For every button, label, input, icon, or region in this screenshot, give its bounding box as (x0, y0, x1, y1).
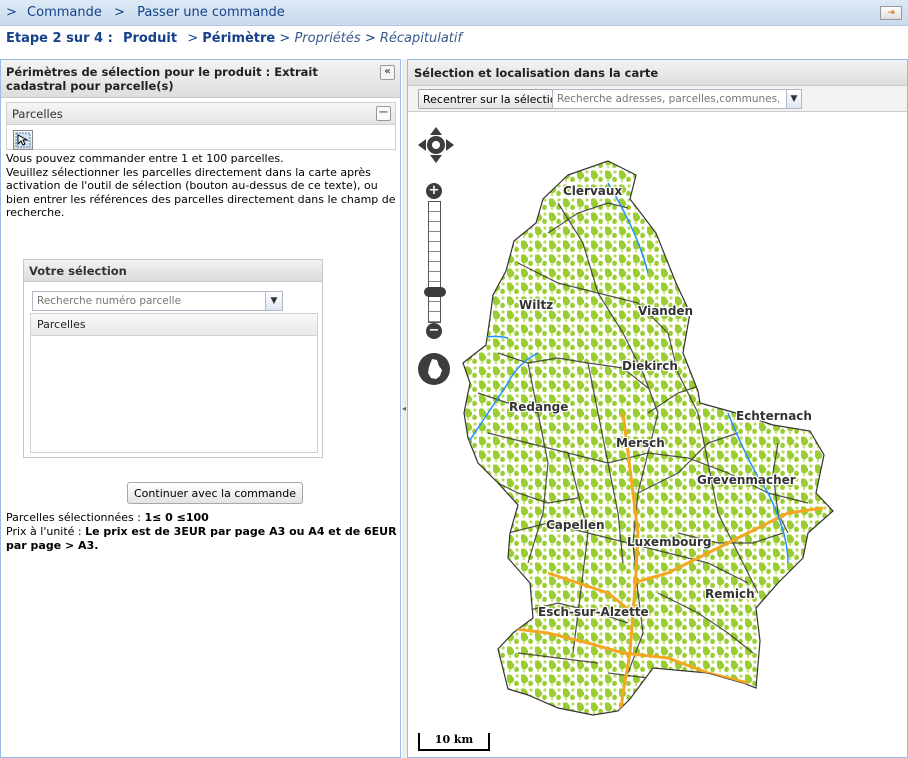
step-produit[interactable]: Produit (123, 31, 177, 46)
step-separator: > (187, 31, 199, 46)
collapse-left-icon[interactable]: « (380, 65, 395, 80)
collapse-section-icon[interactable]: − (376, 106, 391, 121)
map-toolbar: Recentrer sur la sélection ▼ (408, 86, 907, 112)
breadcrumb-item-passer-commande[interactable]: Passer une commande (137, 5, 285, 20)
continue-order-button[interactable]: Continuer avec la commande (127, 482, 304, 504)
exit-icon[interactable]: ⇥ (880, 6, 902, 20)
parcel-number-input[interactable] (33, 292, 263, 310)
chevron-down-icon[interactable]: ▼ (786, 90, 801, 108)
town-label: Echternach (736, 409, 812, 423)
town-label: Capellen (546, 518, 605, 532)
step-counter: Etape 2 sur 4 : (6, 31, 113, 46)
zoom-out-icon[interactable]: − (426, 323, 442, 339)
instructions-line-howto: Veuillez sélectionner les parcelles dire… (6, 165, 396, 220)
town-label: Vianden (638, 304, 694, 318)
selected-count-label: Parcelles sélectionnées : (6, 511, 141, 524)
zoom-in-icon[interactable]: + (426, 183, 442, 199)
zoom-track[interactable] (428, 201, 441, 323)
town-label: Redange (509, 400, 569, 414)
town-label: Wiltz (519, 298, 554, 312)
selected-count-value: 1≤ 0 ≤100 (144, 511, 209, 524)
town-label: Grevenmacher (697, 473, 796, 487)
recenter-selection-button[interactable]: Recentrer sur la sélection (418, 89, 569, 109)
panel-title-text: Périmètres de sélection pour le produit … (6, 65, 318, 93)
wizard-steps: Etape 2 sur 4 : Produit > Périmètre > Pr… (0, 26, 908, 58)
instructions-line-limit: Vous pouvez commander entre 1 et 100 par… (6, 152, 284, 165)
panel-title: Périmètres de sélection pour le produit … (1, 60, 400, 98)
step-separator: > (279, 31, 291, 46)
map-panel-title: Sélection et localisation dans la carte (408, 60, 907, 86)
grid-column-parcelles[interactable]: Parcelles (31, 314, 317, 336)
pan-control[interactable] (418, 127, 454, 163)
map-search[interactable]: ▼ (552, 89, 802, 109)
unit-price-label: Prix à l'unité : (6, 525, 82, 538)
town-label: Remich (705, 587, 755, 601)
chevron-down-icon[interactable]: ▼ (265, 292, 282, 310)
breadcrumb-chevron: > (6, 5, 17, 20)
parcel-number-search[interactable]: ▼ (32, 291, 283, 311)
town-label: Luxembourg (627, 535, 712, 549)
parcels-section-title: Parcelles (12, 107, 63, 121)
town-label: Clervaux (563, 184, 623, 198)
town-label: Diekirch (622, 359, 678, 373)
selected-parcels-grid: Parcelles (30, 313, 318, 453)
selection-perimeter-panel: Périmètres de sélection pour le produit … (0, 59, 401, 758)
overview-map-icon[interactable] (418, 353, 450, 385)
breadcrumb-item-commande[interactable]: Commande (27, 5, 102, 20)
map-panel: Sélection et localisation dans la carte … (407, 59, 908, 758)
parcels-section-header: Parcelles − (7, 103, 395, 125)
order-summary: Parcelles sélectionnées : 1≤ 0 ≤100 Prix… (6, 511, 398, 553)
map-search-input[interactable] (553, 90, 783, 108)
zoom-slider[interactable]: + − (424, 183, 446, 339)
map-scale-bar: 10 km (418, 733, 490, 751)
instructions-text: Vous pouvez commander entre 1 et 100 par… (6, 152, 398, 220)
step-perimetre: Périmètre (202, 31, 276, 46)
step-proprietes: Propriétés (294, 31, 361, 46)
town-label: Mersch (616, 436, 665, 450)
step-recapitulatif: Récapitulatif (379, 31, 463, 46)
step-separator: > (364, 31, 376, 46)
breadcrumb: > Commande > Passer une commande ⇥ (0, 0, 908, 26)
zoom-handle[interactable] (424, 287, 446, 297)
your-selection-title: Votre sélection (24, 260, 322, 282)
unit-price-row: Prix à l'unité : Le prix est de 3EUR par… (6, 525, 398, 553)
select-pointer-icon (15, 132, 31, 148)
pan-arrows-icon (418, 127, 454, 163)
parcels-section: Parcelles − (6, 102, 396, 150)
selected-count-row: Parcelles sélectionnées : 1≤ 0 ≤100 (6, 511, 398, 525)
parcel-selection-tool-button[interactable] (13, 130, 33, 150)
town-label: Esch-sur-Alzette (538, 605, 649, 619)
luxembourg-map (462, 160, 834, 716)
your-selection-box: Votre sélection ▼ Parcelles (23, 259, 323, 458)
map-canvas[interactable]: + − Clervaux Wiltz Vianden Diekirch Reda… (408, 113, 907, 757)
breadcrumb-separator: > (114, 5, 125, 20)
